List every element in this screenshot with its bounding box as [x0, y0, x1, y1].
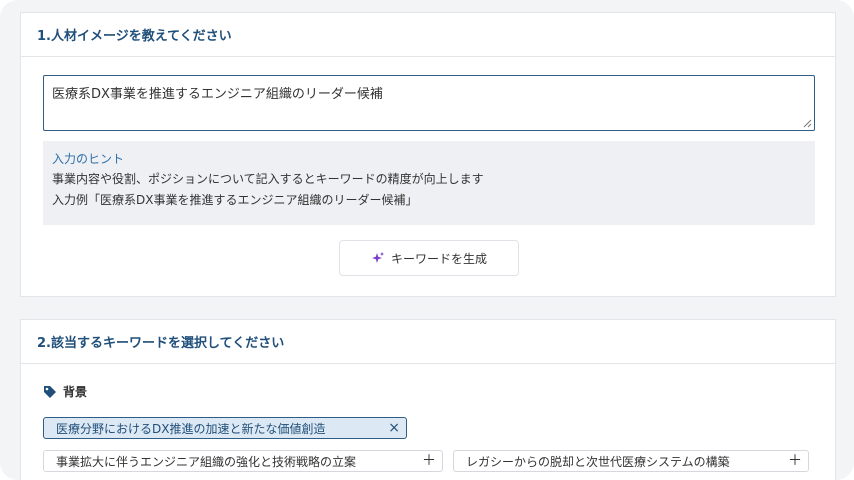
remove-icon[interactable]: × — [388, 421, 400, 435]
talent-image-card: 1.人材イメージを教えてください 医療系DX事業を推進するエンジニア組織のリーダ… — [20, 12, 836, 297]
input-hint-box: 入力のヒント 事業内容や役割、ポジションについて記入するとキーワードの精度が向上… — [43, 141, 815, 225]
keyword-chip-label: 事業拡大に伴うエンジニア組織の強化と技術戦略の立案 — [56, 454, 357, 469]
keyword-chip[interactable]: 事業拡大に伴うエンジニア組織の強化と技術戦略の立案 ＋ — [43, 450, 443, 472]
talent-image-title: 1.人材イメージを教えてください — [37, 29, 232, 44]
keyword-chip[interactable]: レガシーからの脱却と次世代医療システムの構築 ＋ — [453, 450, 809, 472]
app-frame: 1.人材イメージを教えてください 医療系DX事業を推進するエンジニア組織のリーダ… — [0, 0, 854, 480]
keyword-chip-selected[interactable]: 医療分野におけるDX推進の加速と新たな価値創造 × — [43, 417, 407, 439]
input-hint-line-1: 事業内容や役割、ポジションについて記入するとキーワードの精度が向上します — [52, 172, 484, 186]
tag-icon — [44, 385, 56, 398]
generate-keywords-label: キーワードを生成 — [390, 251, 487, 266]
talent-image-textarea[interactable]: 医療系DX事業を推進するエンジニア組織のリーダー候補 — [43, 75, 815, 131]
input-hint-line-2: 入力例「医療系DX事業を推進するエンジニア組織のリーダー候補」 — [52, 193, 418, 207]
add-icon[interactable]: ＋ — [422, 454, 436, 468]
input-hint-title: 入力のヒント — [52, 152, 125, 166]
resize-grip-icon[interactable] — [802, 118, 812, 128]
talent-image-textarea-value: 医療系DX事業を推進するエンジニア組織のリーダー候補 — [52, 87, 383, 102]
add-icon[interactable]: ＋ — [788, 454, 802, 468]
category-background-text: 背景 — [63, 385, 88, 399]
generate-keywords-button[interactable]: キーワードを生成 — [339, 240, 519, 276]
keyword-select-title: 2.該当するキーワードを選択してください — [37, 336, 285, 351]
sparkle-icon — [371, 252, 384, 263]
keyword-select-card-header: 2.該当するキーワードを選択してください — [21, 320, 835, 364]
talent-image-card-header: 1.人材イメージを教えてください — [21, 13, 835, 57]
keyword-select-card: 2.該当するキーワードを選択してください 背景 医療分野におけるDX推進の加速と… — [20, 319, 836, 480]
category-background-label: 背景 — [43, 383, 87, 400]
keyword-chip-label: レガシーからの脱却と次世代医療システムの構築 — [466, 454, 730, 469]
keyword-chip-label: 医療分野におけるDX推進の加速と新たな価値創造 — [56, 421, 326, 436]
